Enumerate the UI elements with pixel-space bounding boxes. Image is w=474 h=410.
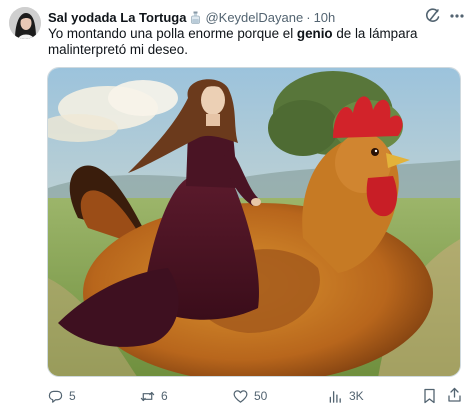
views-count: 3K — [349, 389, 364, 403]
heart-icon — [233, 389, 248, 403]
reply-icon — [48, 390, 63, 403]
more-icon[interactable] — [448, 8, 466, 24]
reply-button[interactable]: 5 — [48, 386, 76, 406]
views-chart-icon — [329, 390, 341, 403]
avatar[interactable] — [9, 7, 41, 39]
tweet-image[interactable] — [47, 67, 461, 377]
tweet-header: Sal yodada La Tortuga @KeydelDayane · 10… — [48, 8, 335, 26]
like-count: 50 — [254, 389, 268, 403]
separator-dot: · — [306, 9, 311, 25]
share-icon[interactable] — [447, 387, 462, 403]
tweet: Sal yodada La Tortuga @KeydelDayane · 10… — [0, 0, 474, 410]
display-name[interactable]: Sal yodada La Tortuga — [48, 10, 186, 25]
retweet-icon — [140, 391, 155, 401]
retweet-count: 6 — [161, 389, 168, 403]
tweet-text-bold: genio — [296, 26, 333, 41]
retweet-button[interactable]: 6 — [140, 386, 168, 406]
timestamp[interactable]: 10h — [314, 10, 336, 25]
tweet-text: Yo montando una polla enorme porque el g… — [48, 26, 458, 58]
handle[interactable]: @KeydelDayane — [205, 10, 303, 25]
views-button[interactable]: 3K — [328, 386, 364, 406]
potion-bottle-icon — [190, 11, 201, 24]
grok-icon[interactable] — [425, 8, 441, 24]
like-button[interactable]: 50 — [233, 386, 267, 406]
tweet-actions: 5 6 50 3K — [0, 386, 474, 406]
reply-count: 5 — [69, 389, 76, 403]
bookmark-icon[interactable] — [422, 388, 437, 404]
tweet-text-part: Yo montando una polla enorme porque el — [48, 26, 297, 41]
